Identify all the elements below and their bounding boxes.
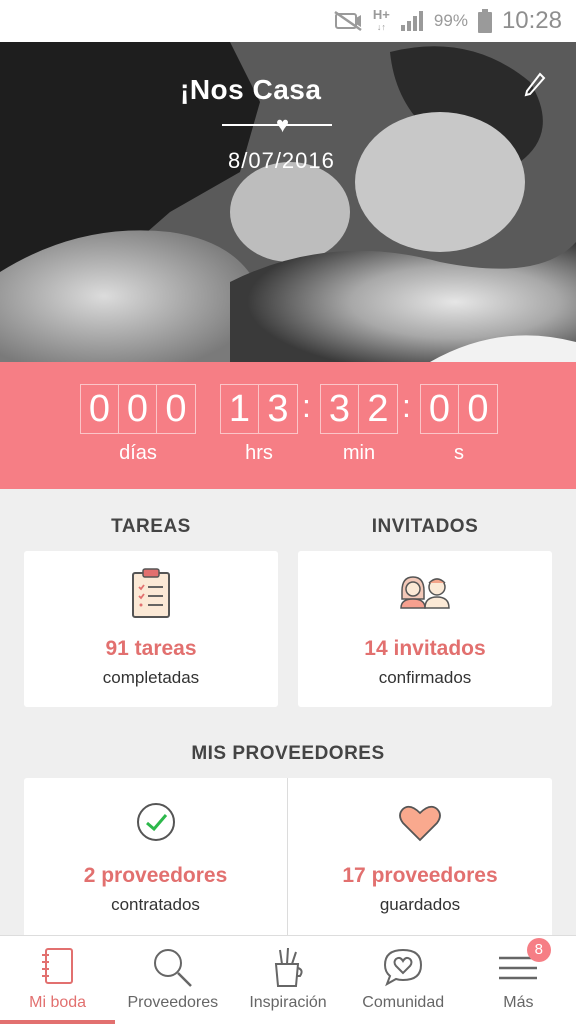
digit: 0 (81, 385, 119, 433)
nav-label: Comunidad (362, 994, 445, 1011)
guests-icon (398, 573, 452, 614)
nav-label: Más (503, 994, 534, 1011)
wedding-date: 8/07/2016 (228, 148, 335, 173)
guests-count: 14 invitados (364, 637, 486, 660)
notification-badge: 8 (526, 938, 551, 962)
search-icon (153, 949, 192, 987)
digit: 0 (467, 388, 489, 430)
seconds-digits: 0 0 (420, 384, 498, 434)
nav-mas[interactable]: 8 Más (461, 936, 576, 1024)
guests-section-title: INVITADOS (371, 516, 479, 537)
tasks-card[interactable]: 91 tareas completadas (24, 551, 278, 707)
hired-vendors-panel[interactable]: 2 proveedores contratados (24, 778, 287, 938)
battery-icon (477, 9, 492, 33)
nav-label: Proveedores (127, 994, 219, 1011)
bottom-nav: Mi boda Proveedores Inspiración Comunida… (0, 935, 576, 1024)
battery-percent: 99% (433, 11, 468, 30)
notebook-icon (41, 948, 73, 984)
clipboard-icon (131, 567, 171, 624)
digit: 0 (421, 385, 459, 433)
signal-icon (400, 11, 424, 31)
digit: 0 (165, 388, 187, 430)
vendors-section-title: MIS PROVEEDORES (191, 743, 385, 764)
hero-title: ¡Nos Casa (180, 74, 322, 105)
chat-heart-icon (384, 948, 423, 987)
mute-icon (333, 10, 363, 32)
days-digits: 0 0 0 (80, 384, 196, 434)
hero-banner: ¡Nos Casa ♥ 8/07/2016 (0, 42, 576, 362)
digit: 3 (321, 385, 359, 433)
nav-label: Mi boda (29, 994, 87, 1011)
nav-inspiracion[interactable]: Inspiración (230, 936, 345, 1024)
check-circle-icon (136, 802, 176, 847)
tasks-sub: completadas (102, 668, 200, 687)
days-label: días (119, 442, 157, 464)
hours-label: hrs (245, 442, 273, 464)
tasks-count: 91 tareas (105, 637, 197, 660)
clock: 10:28 (501, 7, 562, 34)
network-indicator: H+ ↓↑ (372, 7, 390, 32)
colon-separator: : (402, 388, 411, 424)
countdown: 0 0 0 1 3 : 3 2 : 0 0 días hrs min s (0, 362, 576, 489)
guests-card[interactable]: 14 invitados confirmados (298, 551, 552, 707)
tasks-section-title: TAREAS (111, 516, 191, 537)
paint-brushes-icon (274, 947, 303, 987)
saved-vendors-panel[interactable]: 17 proveedores guardados (288, 778, 552, 938)
digit: 0 (119, 385, 157, 433)
digit: 3 (267, 388, 289, 430)
heart-icon: ♥ (276, 112, 290, 137)
edit-icon[interactable] (524, 72, 546, 104)
colon-separator: : (302, 388, 311, 424)
hours-digits: 1 3 (220, 384, 298, 434)
saved-vendors-sub: guardados (379, 895, 461, 914)
nav-proveedores[interactable]: Proveedores (115, 936, 230, 1024)
heart-icon (399, 804, 441, 847)
status-bar: H+ ↓↑ 99% 10:28 (0, 0, 576, 42)
saved-vendors-count: 17 proveedores (342, 864, 498, 887)
digit: 1 (221, 385, 259, 433)
nav-label: Inspiración (249, 994, 327, 1011)
nav-mi-boda[interactable]: Mi boda (0, 936, 116, 1024)
hired-vendors-sub: contratados (111, 895, 200, 914)
seconds-label: s (454, 442, 464, 464)
vendors-card: 2 proveedores contratados 17 proveedores… (24, 778, 552, 938)
digit: 2 (367, 388, 389, 430)
guests-sub: confirmados (378, 668, 472, 687)
minutes-digits: 3 2 (320, 384, 398, 434)
nav-comunidad[interactable]: Comunidad (346, 936, 461, 1024)
minutes-label: min (342, 442, 376, 464)
hired-vendors-count: 2 proveedores (83, 864, 228, 887)
